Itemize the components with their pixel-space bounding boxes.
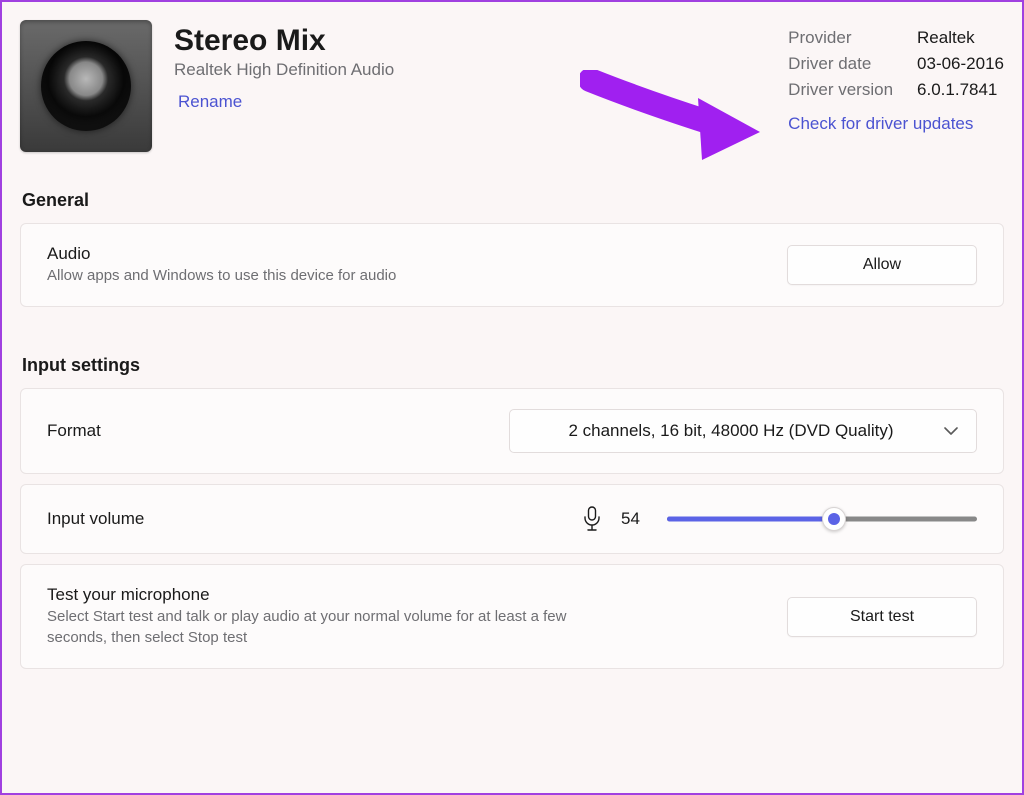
audio-title: Audio [47, 244, 767, 264]
driver-date-value: 03-06-2016 [917, 54, 1004, 74]
driver-version-label: Driver version [788, 80, 893, 100]
test-title: Test your microphone [47, 585, 767, 605]
audio-desc: Allow apps and Windows to use this devic… [47, 266, 607, 286]
chevron-down-icon [944, 423, 958, 439]
device-icon [20, 20, 152, 152]
volume-slider[interactable] [667, 509, 977, 529]
test-desc: Select Start test and talk or play audio… [47, 607, 607, 648]
check-driver-updates-link[interactable]: Check for driver updates [788, 114, 1004, 134]
driver-date-label: Driver date [788, 54, 893, 74]
driver-version-value: 6.0.1.7841 [917, 80, 1004, 100]
input-volume-label: Input volume [47, 509, 561, 529]
general-heading: General [22, 190, 1004, 211]
audio-card: Audio Allow apps and Windows to use this… [20, 223, 1004, 307]
provider-label: Provider [788, 28, 893, 48]
device-name: Stereo Mix [174, 24, 766, 58]
device-subtitle: Realtek High Definition Audio [174, 60, 766, 80]
slider-fill [667, 517, 834, 522]
input-settings-heading: Input settings [22, 355, 1004, 376]
speaker-icon [41, 41, 131, 131]
rename-link[interactable]: Rename [178, 92, 242, 112]
device-header: Stereo Mix Realtek High Definition Audio… [20, 20, 1004, 152]
format-card: Format 2 channels, 16 bit, 48000 Hz (DVD… [20, 388, 1004, 474]
microphone-icon[interactable] [581, 505, 603, 533]
input-volume-card: Input volume 54 [20, 484, 1004, 554]
driver-info: Provider Realtek Driver date 03-06-2016 … [788, 20, 1004, 134]
allow-button[interactable]: Allow [787, 245, 977, 285]
provider-value: Realtek [917, 28, 1004, 48]
device-title-block: Stereo Mix Realtek High Definition Audio… [174, 20, 766, 112]
format-dropdown[interactable]: 2 channels, 16 bit, 48000 Hz (DVD Qualit… [509, 409, 977, 453]
slider-thumb[interactable] [822, 507, 846, 531]
volume-value: 54 [621, 509, 649, 529]
format-label: Format [47, 421, 489, 441]
format-selected-value: 2 channels, 16 bit, 48000 Hz (DVD Qualit… [532, 421, 930, 441]
test-microphone-card: Test your microphone Select Start test a… [20, 564, 1004, 669]
start-test-button[interactable]: Start test [787, 597, 977, 637]
